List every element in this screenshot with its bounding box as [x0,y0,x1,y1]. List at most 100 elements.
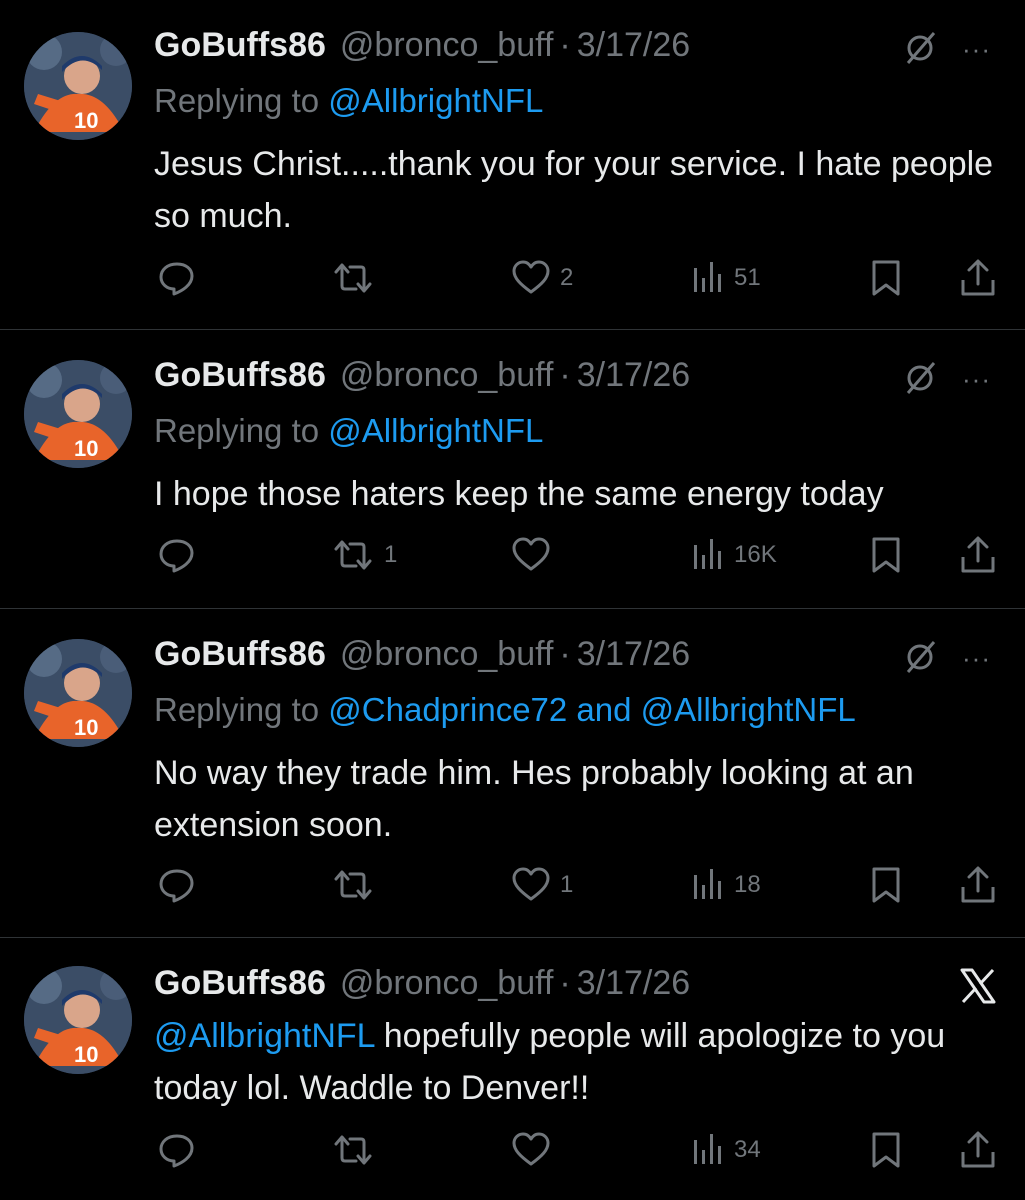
view-count: 51 [734,264,761,291]
heart-icon [512,867,550,901]
separator-dot: · [559,964,571,1002]
more-options-icon[interactable]: ··· [962,643,991,674]
hidden-slash-icon[interactable] [902,30,938,71]
like-count: 1 [560,871,574,898]
reply-button[interactable] [156,865,206,905]
share-icon [961,1131,995,1168]
reply-icon [159,262,194,296]
user-handle[interactable]: @bronco_buff [340,356,553,395]
reply-icon [159,539,194,573]
display-name[interactable]: GoBuffs86 [154,635,326,674]
svg-text:10: 10 [74,436,98,461]
user-handle[interactable]: @bronco_buff [340,635,553,674]
tweet-text: Jesus Christ.....thank you for your serv… [154,145,994,235]
view-count: 34 [734,1136,761,1163]
tweet-text: I hope those haters keep the same energy… [154,475,884,513]
action-bar: 2 51 [0,258,1025,298]
tweet-date[interactable]: 3/17/26 [577,964,690,1003]
reply-mentions[interactable]: @AllbrightNFL [328,412,543,449]
bookmark-button[interactable] [868,1130,904,1170]
reply-button[interactable] [156,535,206,575]
repost-button[interactable] [330,1130,384,1170]
like-count: 2 [560,264,574,291]
avatar[interactable]: 10 [24,639,132,747]
reply-mentions[interactable]: @Chadprince72 and @AllbrightNFL [328,691,855,728]
tweet[interactable]: 10 GoBuffs86 @bronco_buff · 3/17/26 ··· … [0,0,1025,330]
tweet-mention[interactable]: @AllbrightNFL [154,1017,374,1055]
bookmark-button[interactable] [868,535,904,575]
separator-dot: · [559,356,571,394]
share-icon [961,536,995,573]
avatar[interactable]: 10 [24,360,132,468]
views-chart-icon [694,539,721,569]
views-button[interactable]: 51 [690,258,761,298]
tweet[interactable]: 10 GoBuffs86 @bronco_buff · 3/17/26 ··· … [0,330,1025,608]
action-bar: 1 18 [0,865,1025,905]
views-button[interactable]: 34 [690,1130,761,1170]
bookmark-icon [872,867,900,903]
tweet[interactable]: 10 GoBuffs86 @bronco_buff · 3/17/26 ··· … [0,609,1025,937]
replying-to-label: Replying to [154,691,320,728]
more-options-icon[interactable]: ··· [962,34,991,65]
tweet-header: GoBuffs86 @bronco_buff · 3/17/26 [154,964,690,1004]
replying-to: Replying to @AllbrightNFL [154,82,543,120]
views-chart-icon [694,262,721,292]
svg-text:10: 10 [74,108,98,133]
avatar-player-image: 10 [24,360,132,468]
bookmark-button[interactable] [868,865,904,905]
tweet-header: GoBuffs86 @bronco_buff · 3/17/26 [154,635,690,675]
reply-icon [159,869,194,903]
action-bar: 34 [0,1130,1025,1170]
user-handle[interactable]: @bronco_buff [340,964,553,1003]
like-button[interactable] [510,535,560,575]
display-name[interactable]: GoBuffs86 [154,964,326,1003]
reply-mentions[interactable]: @AllbrightNFL [328,82,543,119]
replying-to-label: Replying to [154,412,320,449]
replying-to: Replying to @AllbrightNFL [154,412,543,450]
view-count: 16K [734,541,777,568]
reply-button[interactable] [156,258,206,298]
tweet-header: GoBuffs86 @bronco_buff · 3/17/26 [154,26,690,66]
views-chart-icon [694,1134,721,1164]
more-options-icon[interactable]: ··· [962,364,991,395]
share-button[interactable] [958,865,998,905]
views-button[interactable]: 16K [690,535,777,575]
tweet[interactable]: 10 GoBuffs86 @bronco_buff · 3/17/26 @All… [0,938,1025,1200]
like-button[interactable]: 2 [510,258,573,298]
display-name[interactable]: GoBuffs86 [154,356,326,395]
user-handle[interactable]: @bronco_buff [340,26,553,65]
display-name[interactable]: GoBuffs86 [154,26,326,65]
like-button[interactable] [510,1130,560,1170]
tweet-date[interactable]: 3/17/26 [577,356,690,395]
repost-button[interactable]: 1 [330,535,397,575]
tweet-header: GoBuffs86 @bronco_buff · 3/17/26 [154,356,690,396]
hidden-slash-icon[interactable] [902,360,938,401]
repost-icon [334,263,372,293]
avatar[interactable]: 10 [24,966,132,1074]
views-button[interactable]: 18 [690,865,761,905]
tweet-date[interactable]: 3/17/26 [577,26,690,65]
repost-button[interactable] [330,258,384,298]
hidden-slash-icon[interactable] [902,639,938,680]
x-logo-icon [958,966,998,1011]
heart-icon [512,260,550,294]
tweet-text: @AllbrightNFL hopefully people will apol… [154,1010,994,1114]
like-button[interactable]: 1 [510,865,573,905]
reply-icon [159,1134,194,1168]
share-button[interactable] [958,1130,998,1170]
separator-dot: · [559,635,571,673]
separator-dot: · [559,26,571,64]
share-button[interactable] [958,535,998,575]
heart-icon [512,1132,550,1166]
views-chart-icon [694,869,721,899]
avatar[interactable]: 10 [24,32,132,140]
avatar-player-image: 10 [24,32,132,140]
tweet-date[interactable]: 3/17/26 [577,635,690,674]
repost-button[interactable] [330,865,384,905]
action-bar: 1 16K [0,535,1025,575]
bookmark-button[interactable] [868,258,904,298]
repost-icon [334,1135,372,1165]
replying-to-label: Replying to [154,82,320,119]
share-button[interactable] [958,258,998,298]
reply-button[interactable] [156,1130,206,1170]
